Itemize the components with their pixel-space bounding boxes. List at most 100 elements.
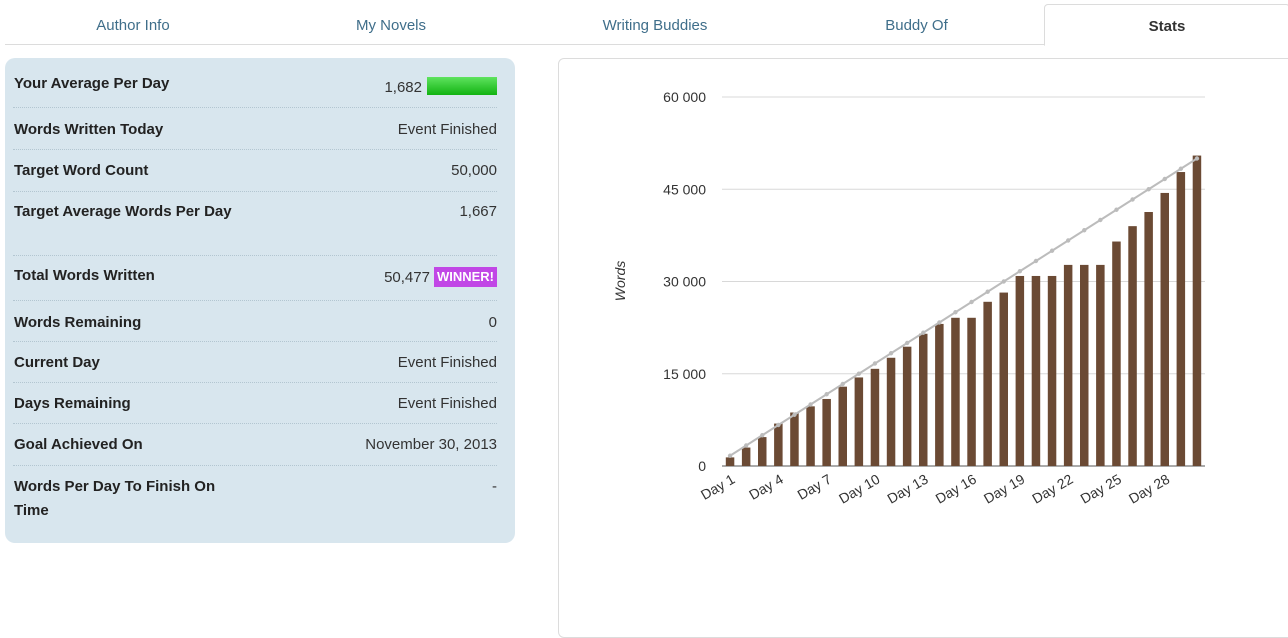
target-point [856,371,862,376]
target-point [1033,258,1039,264]
y-tick-label: 30 000 [663,274,706,290]
target-point [727,453,733,458]
chart-bar [854,377,864,466]
stat-label: Words Written Today [14,121,164,138]
stat-value: - [492,478,497,495]
total-value: 50,477 [384,269,430,286]
y-tick-label: 60 000 [663,89,706,105]
chart-bar [1096,264,1105,466]
target-point [1194,156,1200,161]
x-tick-label: Day 10 [836,471,883,507]
target-point [953,310,958,315]
chart-bar [1192,155,1202,466]
target-point [1130,197,1135,202]
chart-bar [1176,172,1186,466]
chart-bar [822,398,831,466]
stat-row-today: Words Written Today Event Finished [13,108,497,150]
x-tick-label: Day 7 [794,471,834,503]
chart-bar [1047,275,1057,466]
stat-label: Total Words Written [14,267,155,284]
chart-bar [774,423,783,466]
chart-panel: 0 15 000 30 000 45 000 60 000 Words Day 1 Day 4… [558,58,1288,638]
chart-bar [838,386,847,466]
target-line [729,157,1198,457]
x-tick-label: Day 19 [981,471,1028,507]
stat-row-days-remaining: Days Remaining Event Finished [13,383,497,424]
chart-bar [886,357,896,466]
x-tick-label: Day 1 [698,471,738,503]
target-point [921,330,926,335]
target-point [888,351,894,356]
chart-bar [1128,226,1137,466]
chart-bar [935,323,944,466]
chart-bar [1063,264,1073,466]
tab-author-info[interactable]: Author Info [5,4,261,45]
tab-bar: Author Info My Novels Writing Buddies Bu… [0,0,1288,46]
target-point [985,289,990,294]
target-point [1146,187,1151,192]
words-chart: 0 15 000 30 000 45 000 60 000 Words Day 1 Day 4… [612,89,1205,507]
stat-value: Event Finished [397,395,497,412]
chart-bar [1160,192,1169,466]
stat-value: Event Finished [397,354,497,371]
target-point [1178,166,1184,171]
target-point [969,299,974,305]
target-point [1082,228,1087,233]
stat-row-total: Total Words Written 50,477 WINNER! [13,256,497,301]
target-point [1114,207,1119,212]
chart-bar [1080,264,1089,466]
chart-bar [725,457,735,466]
stat-label: Words Remaining [14,314,142,331]
target-point [1065,238,1071,243]
chart-bar [951,317,960,466]
chart-bar [1015,275,1025,466]
target-point [792,412,797,417]
stat-row-target-average: Target Average Words Per Day 1,667 [13,192,497,256]
chart-bar [806,406,815,466]
winner-badge: WINNER! [433,267,497,287]
tab-stats[interactable]: Stats [1044,4,1288,46]
chart-bar [983,301,992,466]
target-point [1049,248,1055,253]
target-point [1017,269,1023,274]
stat-value: 1,682 [384,76,497,100]
target-point [1098,217,1103,223]
stat-label: Target Average Words Per Day [14,203,232,220]
stat-value: 0 [488,314,497,331]
stat-label: Your Average Per Day [14,75,170,92]
stat-value: 50,477 WINNER! [384,266,497,290]
stat-row-current-day: Current Day Event Finished [13,342,497,383]
stat-row-per-day-finish: Words Per Day To Finish On Time - [13,466,497,526]
target-point [840,381,845,387]
tab-my-novels[interactable]: My Novels [261,4,521,45]
stat-label: Current Day [14,354,100,371]
stat-row-target: Target Word Count 50,000 [13,150,497,192]
y-tick-label: 45 000 [663,181,706,197]
chart-bar [999,292,1008,466]
stat-value: November 30, 2013 [365,436,497,453]
x-tick-label: Day 4 [746,471,786,503]
target-point [808,402,813,407]
chart-bar [902,346,912,466]
tab-buddy-of[interactable]: Buddy Of [789,4,1044,45]
target-point [937,320,942,325]
stat-label: Goal Achieved On [14,436,143,453]
y-axis-label: Words [612,261,628,301]
x-tick-label: Day 16 [933,471,980,507]
x-tick-label: Day 13 [884,471,931,507]
x-tick-label: Day 25 [1078,471,1125,507]
chart-bar [919,333,928,466]
chart-bar [1031,275,1041,466]
chart-bar [741,447,751,466]
target-point [776,422,781,428]
chart-bar [1112,241,1121,466]
stat-value: 50,000 [451,162,497,179]
stat-row-average: Your Average Per Day 1,682 [13,62,497,108]
stat-label: Words Per Day To Finish On Time [14,478,216,519]
average-value: 1,682 [384,79,422,96]
stat-value: 1,667 [459,203,497,220]
target-point [743,443,749,448]
tab-writing-buddies[interactable]: Writing Buddies [521,4,789,45]
stat-value: Event Finished [397,121,497,138]
chart-bar [790,412,799,466]
